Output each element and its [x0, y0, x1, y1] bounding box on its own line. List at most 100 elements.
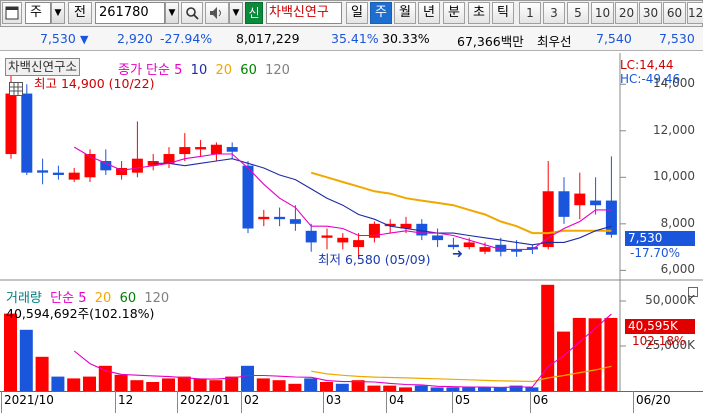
- volume-bar: [146, 382, 160, 391]
- volume-bar: [320, 382, 333, 391]
- current-volume-tag: 40,595K: [625, 319, 695, 334]
- volume-bar: [256, 378, 270, 391]
- sin-badge-text: 신: [248, 6, 260, 20]
- interval-button-3[interactable]: 10: [591, 2, 614, 24]
- price-y-tick: 8,000: [660, 215, 695, 230]
- volume-bar: [541, 284, 555, 391]
- current-price-tag: 7,530: [625, 231, 695, 246]
- candle-body: [590, 200, 602, 206]
- interval-button-0[interactable]: 1: [519, 2, 541, 24]
- volume-bar: [193, 378, 207, 391]
- volume-bar: [557, 331, 570, 391]
- x-tick-label: 04: [389, 393, 405, 407]
- stock-name: 차백신연구: [266, 2, 342, 24]
- x-tick-label: 06/20: [636, 393, 671, 407]
- volume-bar: [98, 365, 112, 391]
- volume-bar: [588, 318, 602, 391]
- candle-body: [463, 242, 475, 248]
- interval-button-1[interactable]: 3: [543, 2, 565, 24]
- lc-label: LC:14,44: [620, 58, 674, 72]
- candle-body: [242, 165, 254, 229]
- volume-bar: [241, 365, 254, 391]
- period-tab-0[interactable]: 일: [346, 2, 368, 24]
- interval-button-7[interactable]: 120: [687, 2, 703, 24]
- x-tick-mark: [530, 391, 531, 413]
- grid-toggle-icon[interactable]: [9, 82, 23, 96]
- candle-body: [289, 219, 301, 224]
- current-volume-pct: 102.18%: [632, 334, 686, 348]
- legend-ma10: 10: [190, 63, 208, 78]
- candle-body: [574, 193, 586, 206]
- stock-code-input[interactable]: 261780: [95, 2, 165, 24]
- ratio-1: 35.41%: [331, 31, 379, 46]
- candle-body: [21, 93, 33, 173]
- price-change: 2,920: [117, 31, 153, 46]
- candle-body: [258, 216, 270, 220]
- candle-body: [5, 93, 17, 155]
- current-price-tag-text: 7,530: [628, 231, 663, 245]
- price-y-tick: 6,000: [660, 262, 695, 277]
- period-tab-1[interactable]: 주: [370, 2, 392, 24]
- period-tab-6[interactable]: 틱: [492, 2, 514, 24]
- period-tab-4[interactable]: 분: [443, 2, 465, 24]
- volume-ma5-line: [73, 313, 612, 388]
- interval-button-2[interactable]: 5: [567, 2, 589, 24]
- period-select-dropdown[interactable]: ▼: [51, 2, 65, 24]
- low-price-label: 최저 6,580 (05/09): [318, 252, 431, 267]
- x-tick-mark: [241, 391, 242, 413]
- volume-bar: [272, 380, 286, 391]
- volume-bar: [130, 380, 144, 391]
- stock-name-text: 차백신연구: [269, 5, 329, 20]
- x-tick-mark: [1, 391, 2, 413]
- change-arrow-icon: ▼: [80, 33, 89, 46]
- legend-ma60: 60: [240, 63, 257, 78]
- interval-button-5[interactable]: 30: [639, 2, 662, 24]
- chart-menu-icon[interactable]: [2, 2, 22, 24]
- search-button[interactable]: [181, 2, 203, 24]
- legend-ma120: 120: [265, 63, 290, 78]
- candle-body: [52, 172, 64, 175]
- x-tick-label: 03: [326, 393, 342, 407]
- volume-y-tick: 50,000K: [645, 293, 695, 307]
- current-price: 7,530: [40, 31, 76, 46]
- period-tab-3[interactable]: 년: [418, 2, 440, 24]
- stock-code-dropdown[interactable]: ▼: [165, 2, 179, 24]
- current-pct-label: -17.70%: [630, 246, 681, 260]
- candle-body: [432, 235, 444, 241]
- volume-bar: [114, 374, 128, 391]
- period-tab-5[interactable]: 초: [468, 2, 490, 24]
- candle-body: [195, 147, 207, 150]
- sound-button[interactable]: [205, 2, 229, 24]
- legend-ma20: 20: [215, 63, 233, 78]
- interval-button-6[interactable]: 60: [663, 2, 686, 24]
- candle-body: [416, 223, 428, 236]
- x-tick-label: 12: [118, 393, 134, 407]
- volume-bar: [288, 383, 302, 391]
- volume-bar: [67, 378, 81, 391]
- x-tick-label: 05: [455, 393, 471, 407]
- x-tick-mark: [115, 391, 116, 413]
- candle-body: [337, 237, 349, 243]
- interval-button-4[interactable]: 20: [615, 2, 638, 24]
- code-label: 전: [74, 5, 86, 20]
- x-tick-mark: [323, 391, 324, 413]
- ma10-line: [153, 158, 612, 246]
- window-icon: [5, 6, 19, 20]
- period-select[interactable]: 주: [25, 2, 51, 24]
- sound-dropdown[interactable]: ▼: [229, 2, 243, 24]
- code-label-button[interactable]: 전: [68, 2, 92, 24]
- volume-bar: [304, 378, 318, 391]
- volume-bar: [83, 376, 96, 391]
- price-y-tick: 12,000: [653, 122, 695, 137]
- candle-body: [100, 161, 112, 171]
- candle-body: [558, 191, 570, 217]
- candle-body: [321, 235, 333, 238]
- priority-label: 최우선: [537, 34, 572, 49]
- ask-price: 7,530: [659, 31, 695, 46]
- x-tick-label: 06: [533, 393, 549, 407]
- volume-value-label: 40,594,692주(102.18%): [6, 306, 155, 321]
- chevron-down-icon: ▼: [54, 8, 62, 18]
- volume-bar: [572, 317, 586, 391]
- period-tab-2[interactable]: 월: [394, 2, 416, 24]
- period-select-value: 주: [30, 5, 42, 20]
